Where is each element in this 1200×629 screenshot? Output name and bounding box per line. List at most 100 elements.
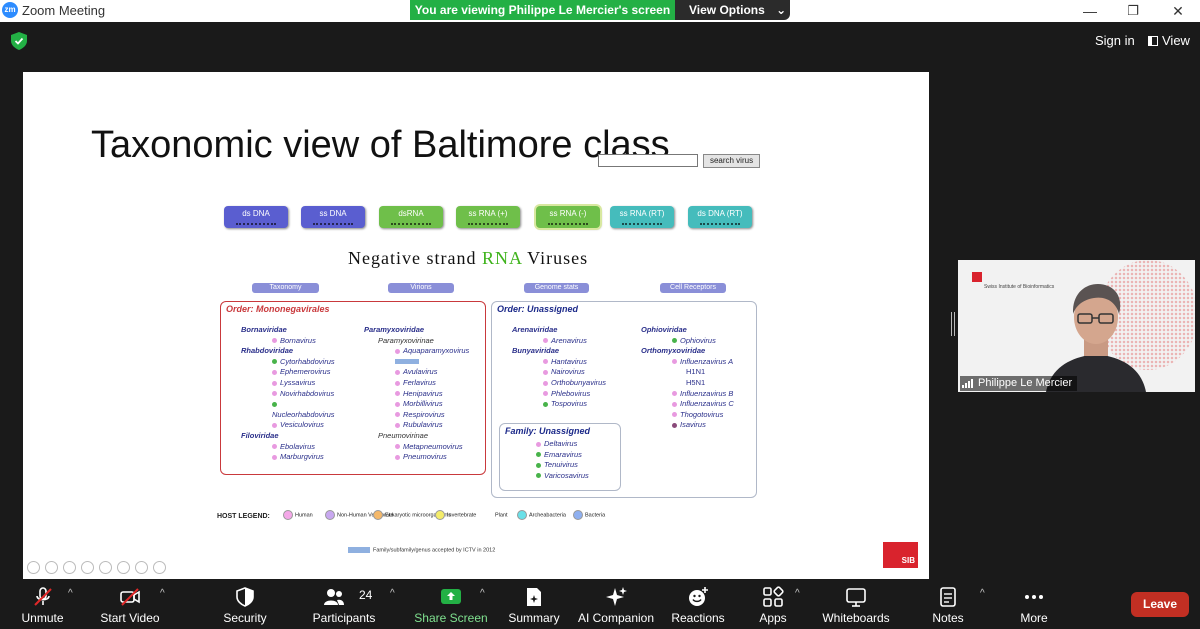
virus-genus[interactable]: Henipavirus (395, 389, 443, 398)
virus-genus[interactable]: Ebolavirus (272, 442, 315, 451)
virus-genus[interactable]: Orthobunyavirus (543, 378, 606, 387)
encryption-shield-icon[interactable] (11, 32, 27, 50)
search-virus-input[interactable] (598, 154, 698, 167)
tab-taxonomy[interactable]: Taxonomy (252, 283, 319, 293)
share-screen-button[interactable]: Share Screen (414, 580, 488, 629)
view-button[interactable]: View (1148, 33, 1190, 48)
virus-genus[interactable]: H5N1 (686, 378, 705, 387)
security-button[interactable]: Security (215, 580, 275, 629)
class-button-6[interactable]: ds DNA (RT) (688, 206, 752, 228)
subtitle-icon[interactable] (117, 561, 130, 574)
virus-genus[interactable]: Respirovirus (395, 410, 445, 419)
apps-button[interactable]: Apps (750, 580, 796, 629)
leave-button[interactable]: Leave (1131, 592, 1189, 617)
virus-genus[interactable]: Novirhabdovirus (272, 389, 334, 398)
virus-genus[interactable]: Avulavirus (395, 367, 437, 376)
start-video-button[interactable]: Start Video (95, 580, 165, 629)
class-button-3[interactable]: ss RNA (+) (456, 206, 520, 228)
virus-genus[interactable]: Bornavirus (272, 336, 316, 345)
virus-genus[interactable]: Vesiculovirus (272, 420, 324, 429)
virus-name: Orthomyxoviridae (641, 346, 706, 356)
virus-genus[interactable]: Ophiovirus (672, 336, 716, 345)
class-button-0[interactable]: ds DNA (224, 206, 288, 228)
virus-genus[interactable]: Paramyxovirinae (378, 336, 434, 345)
close-button[interactable]: ✕ (1158, 0, 1198, 22)
slide-title: Taxonomic view of Baltimore class (91, 124, 670, 166)
virus-genus[interactable]: Aquaparamyxovirus (395, 346, 469, 355)
virus-genus[interactable]: Metapneumovirus (395, 442, 463, 451)
class-button-2[interactable]: dsRNA (379, 206, 443, 228)
virus-name: Ebolavirus (280, 441, 316, 451)
participants-button[interactable]: 24 Participants (306, 580, 382, 629)
virus-genus[interactable]: Nucleorhabdovirus (272, 410, 335, 419)
virus-genus[interactable]: Influenzavirus B (672, 389, 733, 398)
notes-options-caret[interactable]: ^ (980, 588, 985, 599)
virus-genus[interactable]: Lyssavirus (272, 378, 315, 387)
summary-icon (527, 588, 541, 606)
virus-genus[interactable]: Arenavirus (543, 336, 587, 345)
virus-genus[interactable]: Deltavirus (536, 439, 577, 448)
virus-genus[interactable]: Hantavirus (543, 357, 587, 366)
virus-genus[interactable]: Ephemerovirus (272, 367, 330, 376)
reactions-button[interactable]: Reactions (669, 580, 727, 629)
camera-icon[interactable] (135, 561, 148, 574)
virus-genus[interactable]: Influenzavirus C (672, 399, 734, 408)
virus-genus[interactable]: Varicosavirus (536, 471, 589, 480)
audio-options-caret[interactable]: ^ (68, 588, 73, 599)
virus-genus[interactable]: Tospovirus (543, 399, 587, 408)
class-button-5[interactable]: ss RNA (RT) (610, 206, 674, 228)
virus-genus[interactable]: Thogotovirus (672, 410, 723, 419)
host-dot-icon (272, 422, 277, 428)
virus-genus[interactable]: Isavirus (672, 420, 706, 429)
copy-icon[interactable] (81, 561, 94, 574)
prev-slide-icon[interactable] (27, 561, 40, 574)
whiteboards-button[interactable]: Whiteboards (818, 580, 894, 629)
virus-genus[interactable]: Ferlavirus (395, 378, 436, 387)
virus-genus[interactable]: Rubulavirus (395, 420, 443, 429)
category-retro-viruses[interactable]: Retro-transcribing viruses (610, 176, 756, 187)
summary-button[interactable]: Summary (505, 580, 563, 629)
virus-genus[interactable]: Phlebovirus (543, 389, 590, 398)
category-dna-viruses[interactable]: DNA Viruses (223, 176, 339, 187)
virus-genus[interactable]: Cytorhabdovirus (272, 357, 335, 366)
split-divider-handle[interactable] (951, 312, 955, 336)
virus-genus[interactable]: Nairovirus (543, 367, 585, 376)
virus-genus[interactable]: Pneumovirus (395, 452, 447, 461)
virus-genus[interactable]: H1N1 (686, 367, 705, 376)
class-button-4[interactable]: ss RNA (-) (536, 206, 600, 228)
virus-genus[interactable]: Pneumovirinae (378, 431, 428, 440)
share-options-caret[interactable]: ^ (480, 588, 485, 599)
zoom-icon[interactable] (99, 561, 112, 574)
ai-companion-button[interactable]: AI Companion (575, 580, 657, 629)
restore-button[interactable]: ❐ (1113, 0, 1153, 22)
view-options-button[interactable]: View Options ⌄ (675, 0, 790, 20)
video-options-caret[interactable]: ^ (160, 588, 165, 599)
virus-genus[interactable]: Marburgvirus (272, 452, 324, 461)
participants-options-caret[interactable]: ^ (390, 588, 395, 599)
more-button[interactable]: More (1011, 580, 1057, 629)
sign-in-button[interactable]: Sign in (1095, 33, 1135, 48)
next-slide-icon[interactable] (45, 561, 58, 574)
virus-genus[interactable]: Influenzavirus A (672, 357, 733, 366)
tab-virions[interactable]: Virions (388, 283, 454, 293)
virus-name: Isavirus (680, 420, 706, 430)
apps-options-caret[interactable]: ^ (795, 588, 800, 599)
search-virus-button[interactable]: search virus (703, 154, 760, 168)
virus-genus[interactable]: Morbillivirus (395, 399, 443, 408)
more-dots-icon[interactable] (153, 561, 166, 574)
minimize-button[interactable]: — (1070, 0, 1110, 22)
class-button-1[interactable]: ss DNA (301, 206, 365, 228)
participant-video[interactable]: Swiss Institute of Bioinformatics Philip… (958, 260, 1195, 392)
notes-button[interactable]: Notes (924, 580, 972, 629)
tab-cell-receptors[interactable]: Cell Receptors (660, 283, 726, 293)
virus-genus[interactable]: Tenuivirus (536, 460, 578, 469)
pen-icon[interactable] (63, 561, 76, 574)
host-dot-icon (543, 359, 548, 365)
unmute-button[interactable]: Unmute (10, 580, 75, 629)
category-rna-viruses[interactable]: RNA Viruses (378, 176, 599, 187)
virus-family: Rhabdoviridae (241, 346, 293, 355)
box-family-unassigned: Family: Unassigned Deltavirus Emaravirus T… (499, 423, 621, 491)
virus-genus[interactable] (272, 399, 280, 408)
virus-genus[interactable]: Emaravirus (536, 450, 582, 459)
tab-genome-stats[interactable]: Genome stats (524, 283, 589, 293)
